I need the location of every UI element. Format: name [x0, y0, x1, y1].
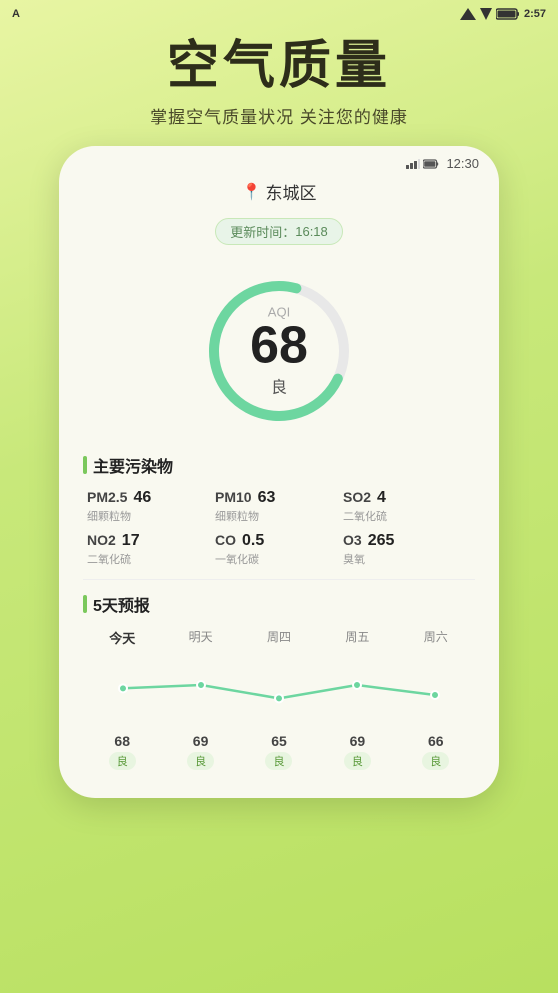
pollutant-item: PM2.5 46 细颗粒物 — [87, 489, 215, 524]
pollutant-row: PM2.5 46 — [87, 489, 151, 507]
update-time-badge: 更新时间： 16:18 — [215, 218, 343, 245]
forecast-col: 明天 — [161, 628, 239, 651]
pollutant-row: SO2 4 — [343, 489, 386, 507]
forecast-dot — [431, 691, 439, 699]
forecast-quality-badge: 良 — [344, 752, 371, 770]
pollutant-value: 0.5 — [242, 532, 264, 550]
pollutant-value: 17 — [122, 532, 140, 550]
pollutants-title: 主要污染物 — [83, 453, 475, 477]
phone-status-bar: 12:30 — [59, 146, 499, 175]
forecast-col: 周五 — [318, 628, 396, 651]
forecast-day-label: 周四 — [267, 628, 291, 645]
forecast-col: 周四 — [240, 628, 318, 651]
forecast-dot — [353, 681, 361, 689]
forecast-num: 69 — [350, 733, 366, 749]
wifi-icon — [480, 8, 492, 20]
pollutant-value: 265 — [368, 532, 395, 550]
pollutant-desc: 二氧化硫 — [343, 508, 387, 524]
header-section: 空气质量 掌握空气质量状况 关注您的健康 — [0, 28, 558, 146]
status-bar: A 2:57 — [0, 0, 558, 28]
phone-battery-icon — [423, 159, 439, 169]
forecast-dot — [119, 685, 127, 693]
pollutant-value: 63 — [258, 489, 276, 507]
pollutant-value: 46 — [133, 489, 151, 507]
forecast-section: 5天预报 今天 明天 周四 周五 周六 68 良 69 良 65 良 69 良 66 良 — [59, 580, 499, 778]
forecast-value-col: 68 良 — [83, 729, 161, 770]
aqi-quality-text: 良 — [250, 374, 308, 398]
pollutant-desc: 一氧化碳 — [215, 551, 259, 567]
pollutant-item: CO 0.5 一氧化碳 — [215, 532, 343, 567]
pollutant-item: NO2 17 二氧化硫 — [87, 532, 215, 567]
pollutant-name: PM2.5 — [87, 489, 127, 505]
pollutant-name: NO2 — [87, 532, 116, 548]
pollutant-desc: 细颗粒物 — [87, 508, 131, 524]
pollutant-row: NO2 17 — [87, 532, 140, 550]
pollutant-row: O3 265 — [343, 532, 394, 550]
forecast-col: 周六 — [397, 628, 475, 651]
forecast-day-label: 周六 — [424, 628, 448, 645]
pollutant-row: PM10 63 — [215, 489, 275, 507]
forecast-day-label: 周五 — [345, 628, 369, 645]
forecast-num: 68 — [114, 733, 130, 749]
forecast-num: 66 — [428, 733, 444, 749]
pollutant-item: O3 265 臭氧 — [343, 532, 471, 567]
forecast-title: 5天预报 — [83, 592, 475, 616]
pollutants-section: 主要污染物 PM2.5 46 细颗粒物 PM10 63 细颗粒物 SO2 4 二… — [59, 441, 499, 575]
pollutant-item: PM10 63 细颗粒物 — [215, 489, 343, 524]
title-bar-icon — [83, 456, 87, 474]
phone-status-icons: 12:30 — [406, 156, 479, 171]
forecast-values: 68 良 69 良 65 良 69 良 66 良 — [83, 729, 475, 770]
update-wrapper: 更新时间： 16:18 — [59, 212, 499, 251]
forecast-num: 65 — [271, 733, 287, 749]
phone-time: 12:30 — [446, 156, 479, 171]
battery-icon — [496, 8, 520, 20]
forecast-chart-area — [83, 655, 475, 725]
forecast-value-col: 66 良 — [397, 729, 475, 770]
forecast-col: 今天 — [83, 628, 161, 651]
pollutant-desc: 细颗粒物 — [215, 508, 259, 524]
location-name: 东城区 — [265, 179, 316, 204]
pollutant-name: CO — [215, 532, 236, 548]
pollutant-value: 4 — [377, 489, 386, 507]
forecast-day-label: 明天 — [189, 628, 213, 645]
forecast-value-col: 69 良 — [161, 729, 239, 770]
forecast-value-col: 69 良 — [318, 729, 396, 770]
phone-signal-icon — [406, 159, 420, 169]
pollutant-name: O3 — [343, 532, 362, 548]
app-title: 空气质量 — [20, 38, 538, 95]
app-subtitle: 掌握空气质量状况 关注您的健康 — [20, 103, 538, 128]
forecast-quality-badge: 良 — [422, 752, 449, 770]
forecast-dot — [275, 695, 283, 703]
pollutant-name: SO2 — [343, 489, 371, 505]
forecast-title-bar-icon — [83, 595, 87, 613]
location-pin-icon: 📍 — [242, 182, 262, 202]
aqi-circle: AQI 68 良 — [199, 271, 359, 431]
forecast-day-label: 今天 — [109, 628, 135, 647]
pollutant-item: SO2 4 二氧化硫 — [343, 489, 471, 524]
aqi-inner: AQI 68 良 — [250, 305, 308, 398]
forecast-line-chart — [83, 655, 475, 725]
status-right: 2:57 — [460, 8, 546, 20]
forecast-quality-badge: 良 — [265, 752, 292, 770]
signal-icon — [460, 8, 476, 20]
forecast-quality-badge: 良 — [109, 752, 136, 770]
pollutant-name: PM10 — [215, 489, 252, 505]
forecast-dot — [197, 681, 205, 689]
aqi-value: 68 — [250, 320, 308, 372]
forecast-num: 69 — [193, 733, 209, 749]
pollutant-desc: 二氧化硫 — [87, 551, 131, 567]
forecast-value-col: 65 良 — [240, 729, 318, 770]
pollutants-grid: PM2.5 46 细颗粒物 PM10 63 细颗粒物 SO2 4 二氧化硫 NO… — [83, 489, 475, 567]
forecast-day-labels: 今天 明天 周四 周五 周六 — [83, 628, 475, 651]
location-row: 📍 东城区 — [59, 175, 499, 206]
time-display: 2:57 — [524, 8, 546, 20]
forecast-quality-badge: 良 — [187, 752, 214, 770]
pollutant-desc: 臭氧 — [343, 551, 365, 567]
app-indicator: A — [12, 8, 20, 20]
aqi-section: AQI 68 良 — [59, 257, 499, 441]
phone-mockup: 12:30 📍 东城区 更新时间： 16:18 AQI 68 良 — [59, 146, 499, 798]
pollutant-row: CO 0.5 — [215, 532, 264, 550]
